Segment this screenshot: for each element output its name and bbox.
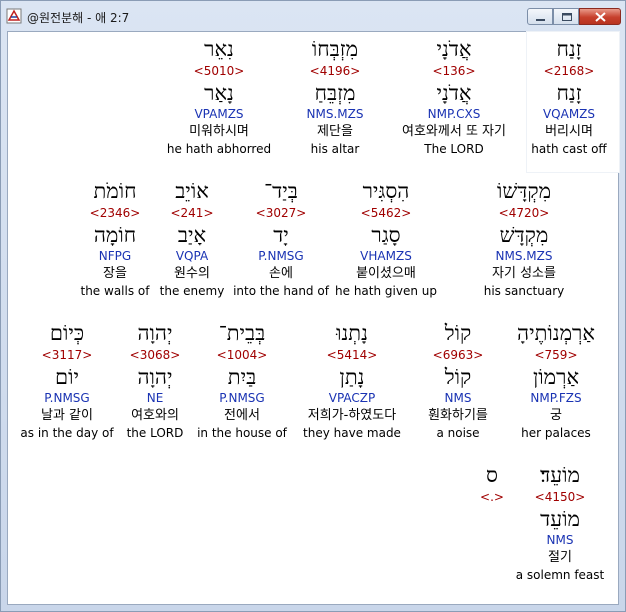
hebrew-surface: זָנַח	[556, 37, 582, 61]
morphology-code: NMS.MZS	[495, 249, 553, 263]
word-w2[interactable]: אֲדֹנָי <136> אֲדֹנָי NMP.CXS 여호와께서 또 자기…	[389, 36, 519, 157]
word-w17[interactable]: ס <.>	[427, 462, 557, 506]
korean-gloss: 날과 같이	[41, 408, 93, 423]
hebrew-surface: מִזְבְּחוֹ	[311, 37, 359, 61]
analysis-panel: זָנַח <2168> זָנַח VQAMZS 버리시며 hath cast…	[7, 31, 619, 605]
word-w9[interactable]: חוֹמֹת <2346> חוֹמָה NFPG 장을 the walls o…	[50, 178, 180, 299]
hebrew-lemma: אֲדֹנָי	[436, 81, 472, 105]
korean-gloss: 자기 성소를	[492, 266, 556, 281]
strongs-number: <4720>	[498, 206, 550, 220]
app-window: @원전분해 - 애 2:7 זָנַח <2168> זָנַח VQAMZS …	[0, 0, 626, 612]
word-w5[interactable]: מִקְדָּשׁוֹ <4720> מִקְדָּשׁ NMS.MZS 자기 …	[459, 178, 589, 299]
english-gloss: his sanctuary	[483, 284, 565, 298]
hebrew-lemma: מִזְבֵּחַ	[314, 81, 356, 105]
app-logo-icon	[6, 8, 22, 24]
morphology-code: NMP.CXS	[427, 107, 481, 121]
korean-gloss: 미워하시며	[189, 124, 249, 139]
hebrew-surface: חוֹמֹת	[93, 179, 137, 203]
korean-gloss: 장을	[103, 266, 127, 281]
morphology-code: P.NMSG	[44, 391, 90, 405]
strongs-number: <.>	[480, 490, 504, 504]
english-gloss: as in the day of	[20, 426, 114, 440]
english-gloss: he hath abhorred	[166, 142, 272, 156]
strongs-number: <136>	[432, 64, 476, 78]
morphology-code: NMS.MZS	[306, 107, 364, 121]
english-gloss: a solemn feast	[515, 568, 605, 582]
hebrew-surface: נִאֵר	[204, 37, 234, 61]
strongs-number: <2168>	[543, 64, 595, 78]
hebrew-lemma: נָאַר	[204, 81, 234, 105]
minimize-icon	[536, 19, 545, 21]
hebrew-lemma: יוֹם	[55, 365, 79, 389]
english-gloss: the walls of	[80, 284, 150, 298]
close-button[interactable]	[579, 8, 621, 25]
strongs-number: <2346>	[89, 206, 141, 220]
strongs-number: <4196>	[309, 64, 361, 78]
morphology-code: NFPG	[98, 249, 132, 263]
strongs-number: <5010>	[193, 64, 245, 78]
hebrew-lemma: זָנַח	[556, 81, 582, 105]
english-gloss: his altar	[310, 142, 360, 156]
english-gloss: hath cast off	[531, 142, 607, 156]
word-w3[interactable]: מִזְבְּחוֹ <4196> מִזְבֵּחַ NMS.MZS 제단을 …	[270, 36, 400, 157]
word-w4[interactable]: נִאֵר <5010> נָאַר VPAMZS 미워하시며 he hath …	[154, 36, 284, 157]
maximize-button[interactable]	[553, 8, 579, 25]
hebrew-surface: מִקְדָּשׁוֹ	[496, 179, 552, 203]
word-w1[interactable]: זָנַח <2168> זָנַח VQAMZS 버리시며 hath cast…	[504, 36, 626, 157]
close-icon	[595, 12, 606, 22]
korean-gloss: 여호와께서 또 자기	[402, 124, 506, 139]
word-w15[interactable]: כְּיוֹם <3117> יוֹם P.NMSG 날과 같이 as in t…	[2, 320, 132, 441]
hebrew-lemma: חוֹמָה	[93, 223, 137, 247]
maximize-icon	[562, 13, 572, 21]
korean-gloss: 제단을	[317, 124, 353, 139]
window-title: @원전분해 - 애 2:7	[27, 11, 130, 25]
title-bar[interactable]: @원전분해 - 애 2:7	[1, 1, 625, 31]
hebrew-surface: ס	[486, 463, 498, 487]
morphology-code: VPAMZS	[194, 107, 244, 121]
morphology-code: VQAMZS	[542, 107, 596, 121]
hebrew-lemma: מִקְדָּשׁ	[499, 223, 549, 247]
morphology-code: NMS	[546, 533, 574, 547]
hebrew-surface: כְּיוֹם	[49, 321, 85, 345]
minimize-button[interactable]	[527, 8, 553, 25]
hebrew-surface: אֲדֹנָי	[436, 37, 472, 61]
korean-gloss: 버리시며	[545, 124, 593, 139]
hebrew-lemma: מוֹעֵד	[540, 507, 580, 531]
korean-gloss: 절기	[548, 550, 572, 565]
strongs-number: <3117>	[41, 348, 93, 362]
english-gloss: The LORD	[424, 142, 484, 156]
